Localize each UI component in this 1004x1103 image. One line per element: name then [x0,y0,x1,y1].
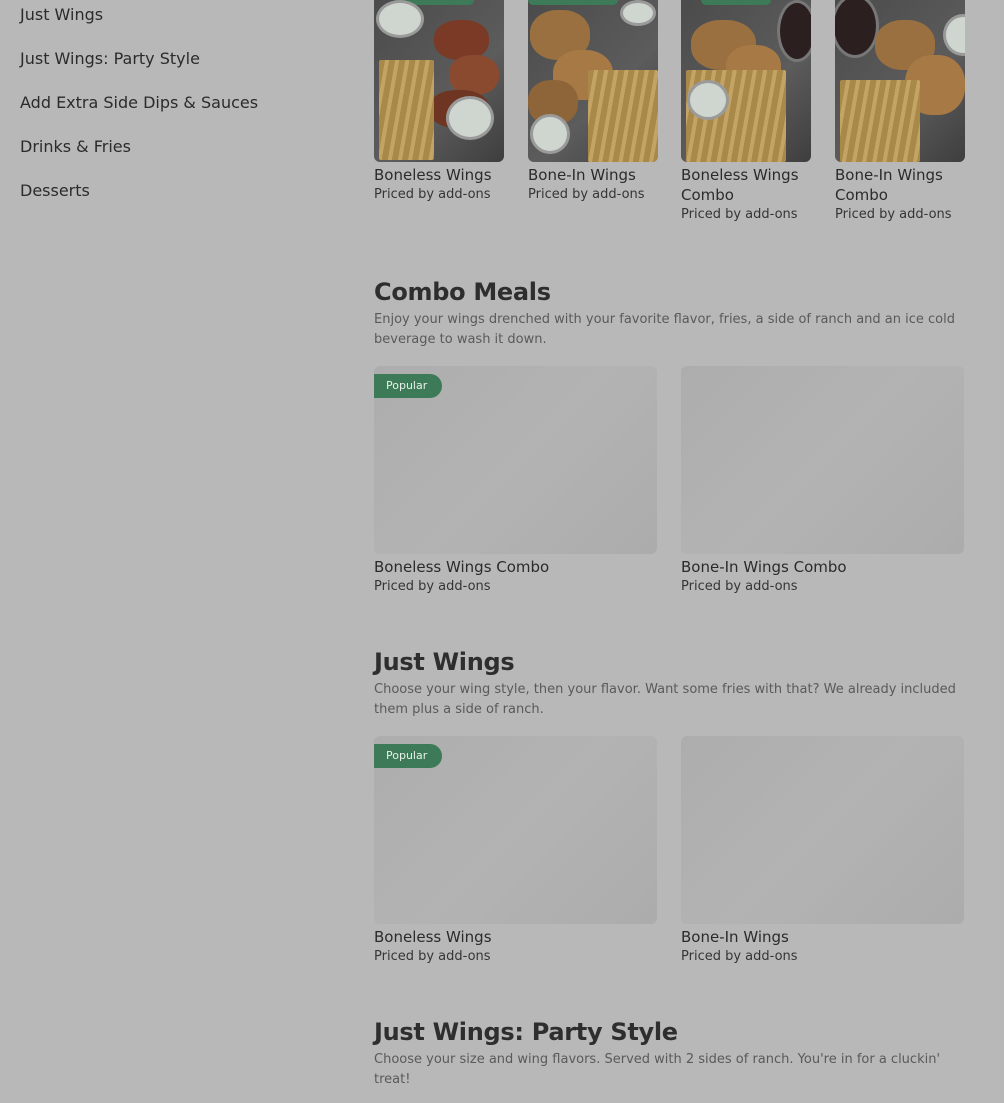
item-name: Boneless Wings [374,166,492,184]
food-photo-placeholder: Popular [374,366,657,554]
item-price: Priced by add-ons [681,207,798,222]
food-photo [528,0,658,162]
food-photo [374,0,504,162]
item-name: Boneless Wings [374,928,492,946]
food-photo-placeholder [681,366,964,554]
menu-card[interactable]: Bone-In Wings Priced by add-ons [528,0,658,205]
section-combo-meals: Combo Meals Enjoy your wings drenched wi… [374,276,964,606]
item-grid: Popular Boneless Wings Combo Priced by a… [374,366,964,606]
item-name: Bone-In Wings [528,166,636,184]
section-title: Combo Meals [374,278,551,306]
section-party-style: Just Wings: Party Style Choose your size… [374,1016,964,1103]
section-just-wings: Just Wings Choose your wing style, then … [374,646,964,976]
item-name: Boneless Wings Combo [374,558,550,576]
item-price: Priced by add-ons [681,949,798,964]
item-name: Boneless Wings Combo [681,166,799,204]
item-grid: Popular Boneless Wings Priced by add-ons… [374,736,964,976]
menu-card[interactable]: Boneless Wings Priced by add-ons [374,0,504,205]
sidebar-item-desserts[interactable]: Desserts [20,178,320,222]
sidebar-item-just-wings[interactable]: Just Wings [20,2,320,46]
item-price: Priced by add-ons [374,187,491,202]
menu-card[interactable]: Popular Boneless Wings Combo Priced by a… [374,366,657,597]
category-sidebar: Just Wings Just Wings: Party Style Add E… [20,0,320,222]
popular-badge-edge [701,0,771,5]
menu-card[interactable]: Boneless Wings Combo Priced by add-ons [681,0,811,225]
menu-card[interactable]: Bone-In Wings Combo Priced by add-ons [835,0,965,225]
section-title: Just Wings [374,648,515,676]
food-photo-placeholder: Popular [374,736,657,924]
menu-card[interactable]: Bone-In Wings Combo Priced by add-ons [681,366,964,597]
popular-badge: Popular [374,744,442,768]
food-photo [681,0,811,162]
food-photo [835,0,965,162]
item-price: Priced by add-ons [681,579,798,594]
item-name: Bone-In Wings Combo [835,166,943,204]
item-name: Bone-In Wings [681,928,789,946]
food-photo-placeholder [681,736,964,924]
item-price: Priced by add-ons [374,579,491,594]
popular-badge-edge [528,0,618,5]
item-price: Priced by add-ons [528,187,645,202]
item-price: Priced by add-ons [374,949,491,964]
item-price: Priced by add-ons [835,207,952,222]
item-name: Bone-In Wings Combo [681,558,847,576]
section-description: Choose your wing style, then your flavor… [374,682,956,717]
menu-card[interactable]: Bone-In Wings Priced by add-ons [681,736,964,967]
sidebar-item-party-style[interactable]: Just Wings: Party Style [20,46,320,90]
menu-card[interactable]: Popular Boneless Wings Priced by add-ons [374,736,657,967]
popular-badge: Popular [374,374,442,398]
sidebar-item-extra-dips[interactable]: Add Extra Side Dips & Sauces [20,90,320,134]
section-title: Just Wings: Party Style [374,1018,678,1046]
section-description: Enjoy your wings drenched with your favo… [374,312,955,347]
section-description: Choose your size and wing flavors. Serve… [374,1052,941,1087]
sidebar-item-drinks-fries[interactable]: Drinks & Fries [20,134,320,178]
